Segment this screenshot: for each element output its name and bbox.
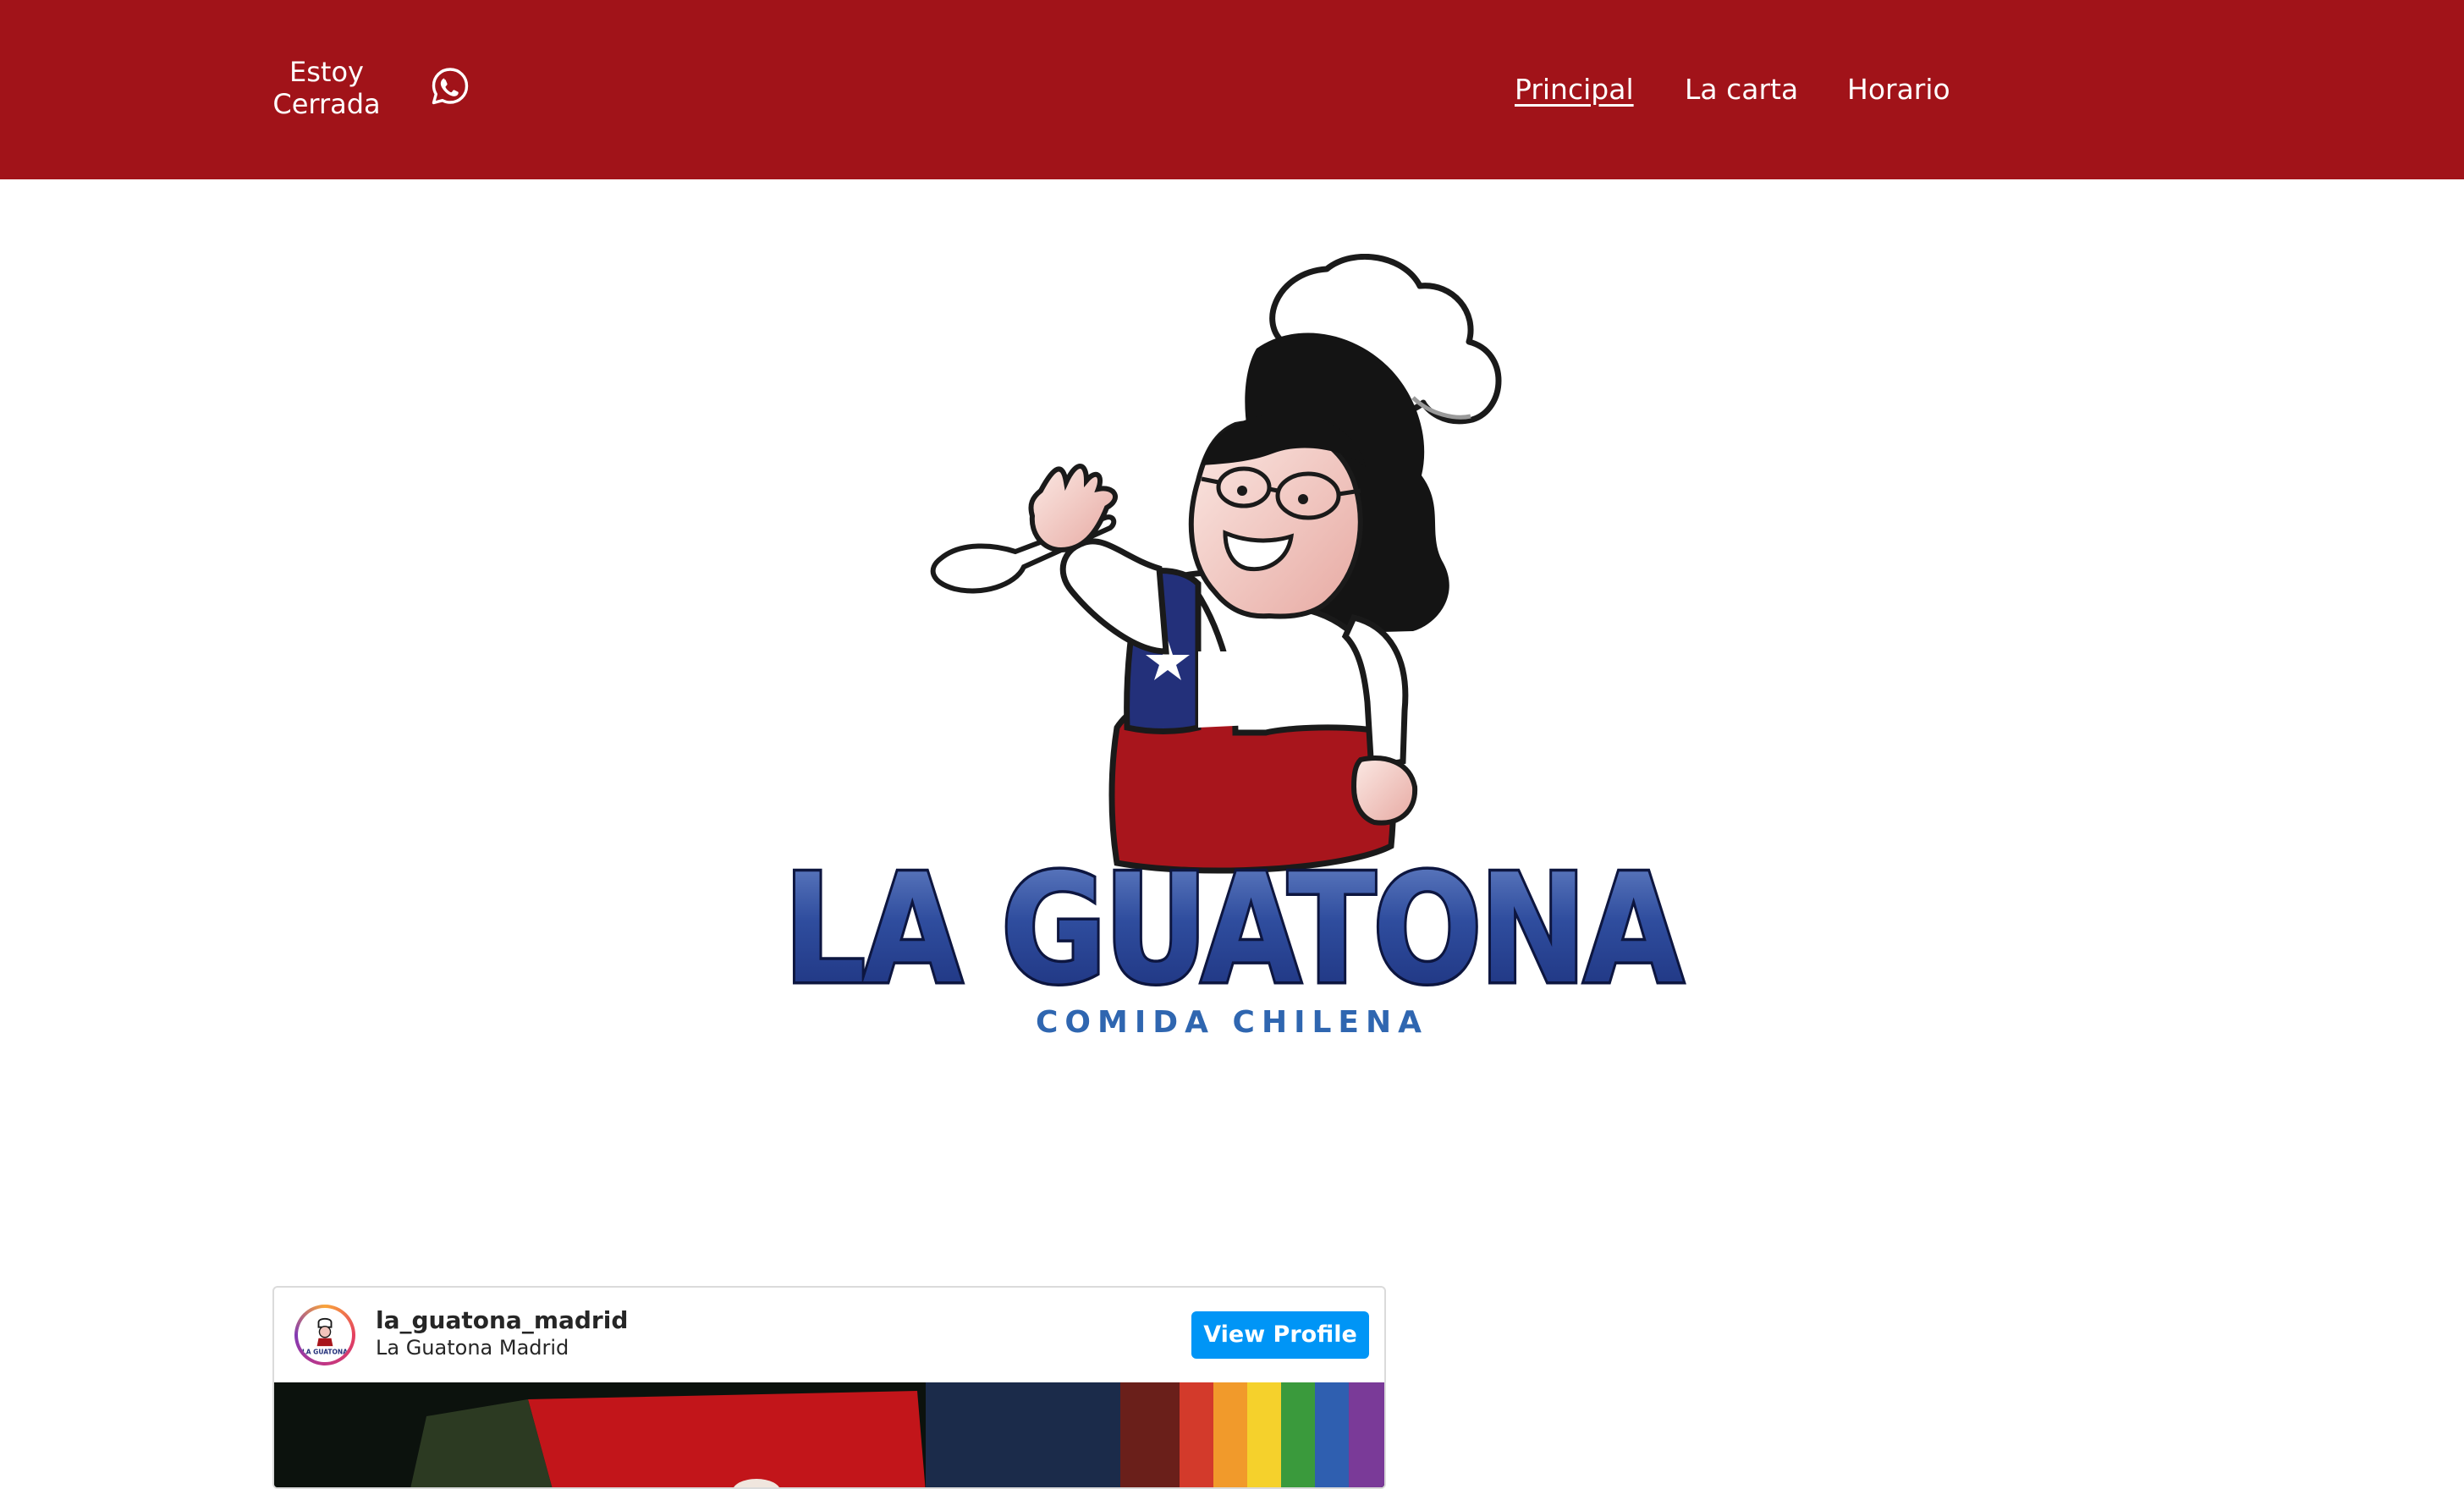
- avatar-logo-icon: LA GUATONA: [302, 1317, 348, 1356]
- open-status: Estoy Cerrada: [254, 56, 399, 120]
- avatar-text: LA GUATONA: [302, 1349, 348, 1356]
- photo-preview: [274, 1382, 1384, 1487]
- instagram-photo[interactable]: [274, 1382, 1384, 1487]
- instagram-username[interactable]: la_guatona_madrid: [376, 1306, 628, 1335]
- nav-la-carta[interactable]: La carta: [1685, 71, 1798, 108]
- site-header: Estoy Cerrada Principal La carta Horario: [0, 0, 2464, 179]
- raised-arm: [1059, 538, 1169, 655]
- whatsapp-icon[interactable]: [430, 66, 470, 107]
- avatar-inner: LA GUATONA: [298, 1308, 352, 1362]
- flag-white: [1198, 651, 1269, 728]
- instagram-embed: LA GUATONA la_guatona_madrid La Guatona …: [272, 1286, 1386, 1489]
- logo-title: LA GUATONA: [784, 842, 1683, 1017]
- instagram-display-name: La Guatona Madrid: [376, 1336, 569, 1360]
- instagram-avatar[interactable]: LA GUATONA: [294, 1305, 355, 1365]
- instagram-header: LA GUATONA la_guatona_madrid La Guatona …: [274, 1288, 1384, 1382]
- nav-horario[interactable]: Horario: [1847, 71, 1950, 108]
- logo-subtitle: COMIDA CHILENA: [1036, 1005, 1428, 1040]
- la-guatona-logo: LA GUATONA COMIDA CHILENA: [781, 254, 1689, 1040]
- view-profile-button[interactable]: View Profile: [1191, 1311, 1369, 1359]
- hip-hand: [1350, 755, 1418, 826]
- status-line-1: Estoy: [289, 56, 364, 88]
- status-line-2: Cerrada: [272, 88, 381, 120]
- nav-principal[interactable]: Principal: [1515, 71, 1634, 108]
- hand: [1028, 464, 1118, 553]
